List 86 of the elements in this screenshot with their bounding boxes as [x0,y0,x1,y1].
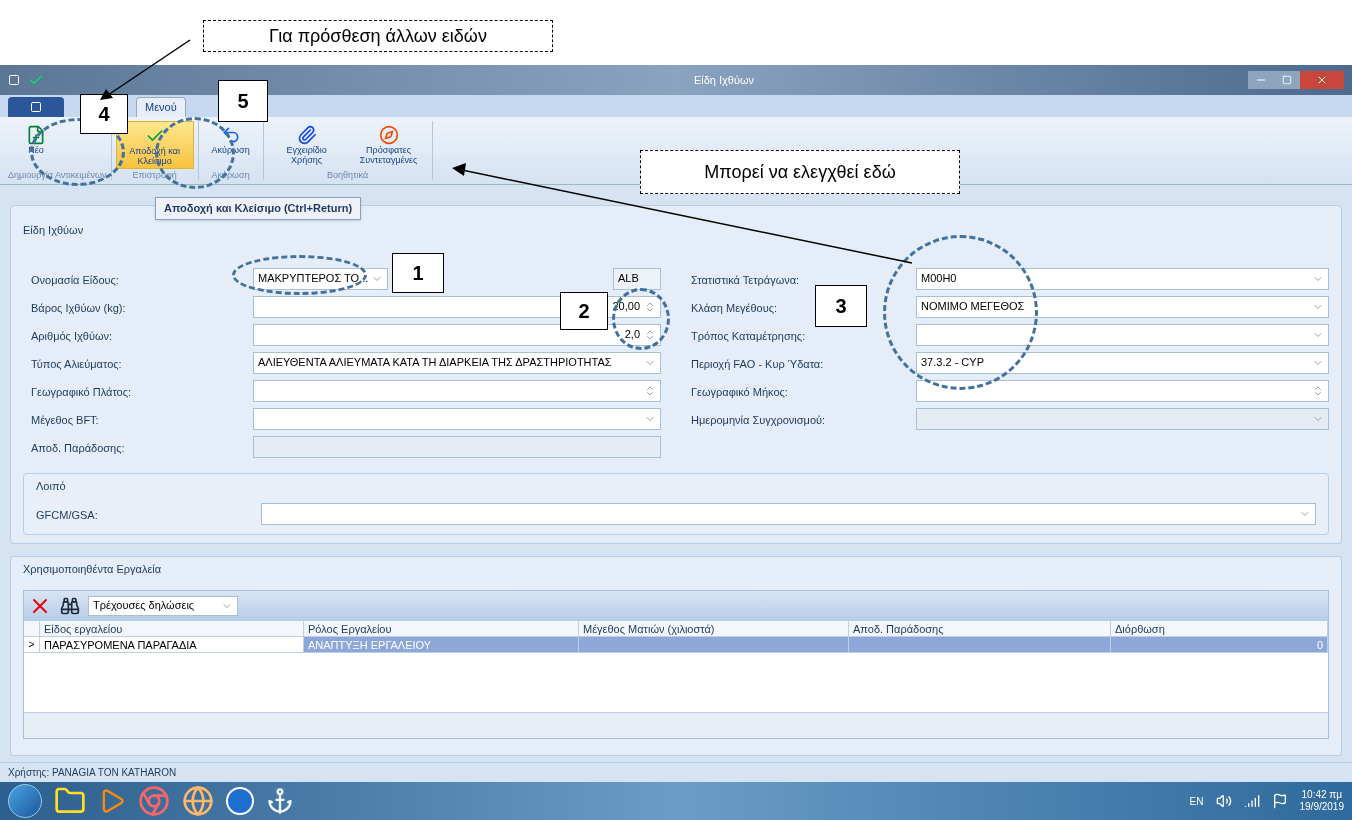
spin-arrows-icon[interactable] [644,300,656,313]
field-value: 2,0 [624,327,640,343]
tooltip: Αποδοχή και Κλείσιμο (Ctrl+Return) [155,197,362,220]
field-value: 37.3.2 - CYP [921,355,984,371]
field-label: Αποδ. Παράδοσης: [31,441,125,454]
column-header[interactable]: Διόρθωση [1111,620,1328,636]
language-indicator[interactable]: EN [1189,793,1204,809]
dropdown-field[interactable] [916,323,1329,346]
dropdown-field[interactable]: 37.3.2 - CYP [916,351,1329,374]
menu-icon [30,101,42,113]
window-title: Είδη Ιχθύων [692,72,756,88]
dropdown-field[interactable] [916,407,1329,430]
step-number: 1 [392,253,444,293]
filter-dropdown[interactable]: Τρέχουσες δηλώσεις [88,595,238,616]
group-title: Χρησιμοποιηθέντα Εργαλεία [23,562,162,577]
ribbon-group-label: Επιστροφή [131,169,178,182]
ribbon-tab[interactable]: Μενού [136,97,186,117]
paperclip-icon [296,125,317,145]
field-label: GFCM/GSA: [36,509,98,521]
group-title: Λοιπό [36,478,66,494]
spin-arrows-icon[interactable] [1312,384,1324,397]
compass-icon [378,125,399,145]
spin-arrows-icon[interactable] [644,328,656,341]
dropdown-field[interactable] [253,407,661,430]
maximize-button[interactable] [1274,71,1300,89]
globe-icon[interactable] [182,785,214,817]
column-header[interactable]: Αποδ. Παράδοσης [849,620,1111,636]
field-value: M00H0 [921,271,957,287]
ribbon-group-label: Βοηθητικά [326,169,370,182]
species-code-field: ALB [613,267,661,290]
field-value: ΑΛΙΕΥΘΕΝΤΑ ΑΛΙΕΥΜΑΤΑ ΚΑΤΑ ΤΗ ΔΙΑΡΚΕΙΑ ΤΗΣ ΔΡΑΣΤΗΡΙΟΤΗΤΑΣ [258,355,612,371]
close-icon [1316,74,1328,86]
field-label: Γεωγραφικό Πλάτος: [31,385,132,398]
binoculars-icon[interactable] [60,595,80,616]
field-label: Περιοχή FAO - Κυρ Ύδατα: [691,357,824,370]
dropdown-value: Τρέχουσες δηλώσεις [93,598,195,614]
field-label: Ημερομηνία Συγχρονισμού: [691,413,826,426]
number-field[interactable] [253,379,661,402]
field-label: Κλάση Μεγέθους: [691,301,778,314]
anchor-icon[interactable] [266,787,294,815]
step-number: 4 [80,94,128,134]
column-header[interactable]: Ρόλος Εργαλείου [304,620,579,636]
field-label: Τρόπος Καταμέτρησης: [691,329,806,342]
number-field[interactable] [916,379,1329,402]
application-menu-button[interactable] [8,97,64,117]
species-combo[interactable]: ΜΑΚΡΥΠΤΕΡΟΣ ΤΟ... [253,267,388,290]
step-number: 5 [218,80,268,122]
speaker-icon[interactable] [1215,793,1232,809]
start-button[interactable] [8,784,42,818]
clock[interactable]: 10:42 πμ 19/9/2019 [1299,789,1344,813]
highlight-circle [612,288,670,350]
ribbon-button[interactable]: Εγχειρίδιο Χρήσης [267,121,346,169]
new-document-icon [26,125,46,145]
group-title: Είδη Ιχθύων [23,223,84,238]
undo-arrow-icon [220,125,241,145]
field-value: ΝΟΜΙΜΟ ΜΕΓΕΘΟΣ [921,299,1025,315]
flag-icon[interactable] [1271,793,1288,809]
field-label: Τύπος Αλιεύματος: [31,357,122,370]
maximize-icon [1282,75,1292,85]
dropdown-field[interactable]: ΑΛΙΕΥΘΕΝΤΑ ΑΛΙΕΥΜΑΤΑ ΚΑΤΑ ΤΗ ΔΙΑΡΚΕΙΑ ΤΗΣ ΔΡΑΣΤΗΡΙΟΤΗΤΑΣ [253,351,661,374]
number-field[interactable]: 2,0 [253,323,661,346]
field-label: Ονομασία Είδους: [31,273,119,286]
dropdown-field[interactable] [261,503,1316,525]
field-label: Μέγεθος BFT: [31,413,99,426]
callout-note: Μπορεί να ελεγχθεί εδώ [640,150,960,194]
step-number: 3 [815,285,867,327]
ribbon-button[interactable]: Πρόσφατες Συντεταγμένες [349,121,428,169]
app-icon[interactable] [226,787,254,815]
step-number: 2 [560,292,608,330]
browser-icon[interactable] [138,785,170,817]
dropdown-field[interactable]: ΝΟΜΙΜΟ ΜΕΓΕΘΟΣ [916,295,1329,318]
field-label: Γεωγραφικό Μήκος: [691,385,788,398]
field-label: Στατιστικά Τετράγωνα: [691,273,800,286]
row-indicator[interactable]: > [24,636,40,652]
window-menu-icon[interactable] [8,74,20,86]
status-text: Χρήστης: PANAGIA TON KATHARON [8,766,177,780]
dropdown-field[interactable]: M00H0 [916,267,1329,290]
field-value: ΜΑΚΡΥΠΤΕΡΟΣ ΤΟ... [258,271,369,287]
column-header[interactable]: Μέγεθος Ματιών (χιλιοστά) [579,620,849,636]
minimize-button[interactable] [1248,71,1274,89]
signal-icon[interactable] [1243,793,1260,809]
field-label: Αριθμός Ιχθύων: [31,329,113,342]
column-header[interactable]: Είδος εργαλείου [40,620,304,636]
field-label: Βάρος Ιχθύων (kg): [31,301,126,314]
spin-arrows-icon[interactable] [644,384,656,397]
callout-note: Για πρόσθεση άλλων ειδών [203,20,553,52]
